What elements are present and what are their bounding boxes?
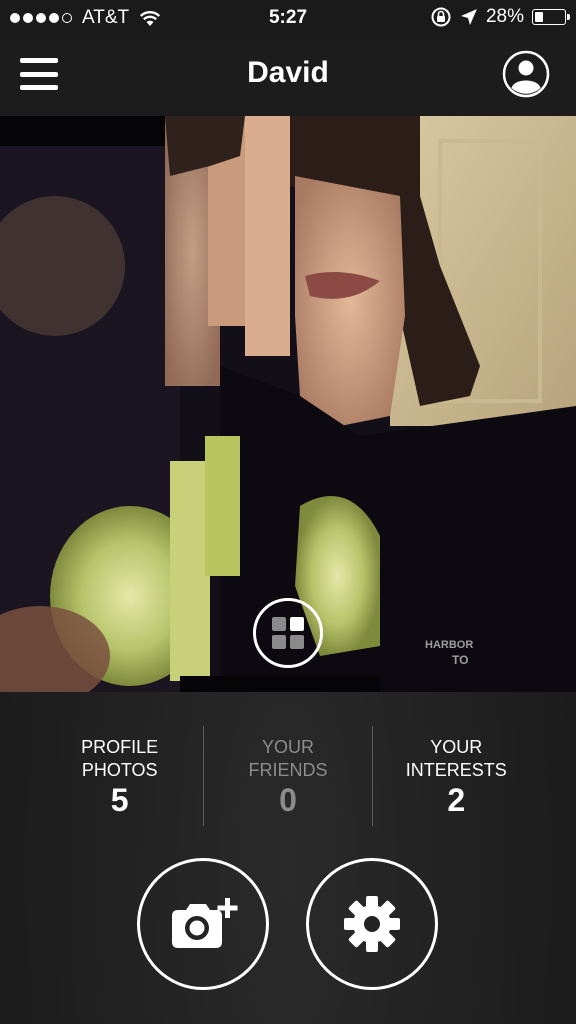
stat-value: 2	[447, 782, 466, 818]
stat-profile-photos[interactable]: PROFILE PHOTOS 5	[36, 726, 203, 826]
gear-icon	[344, 896, 400, 952]
stat-label: YOUR FRIENDS	[248, 737, 328, 780]
stats-bar: PROFILE PHOTOS 5 YOUR FRIENDS 0 YOUR INT…	[36, 726, 540, 826]
page-title: David	[247, 56, 329, 89]
rotation-lock-icon	[431, 7, 451, 27]
stat-label: YOUR INTERESTS	[405, 737, 507, 780]
svg-text:HARBOR: HARBOR	[425, 639, 473, 651]
gallery-button[interactable]	[253, 598, 323, 668]
battery-level	[535, 12, 543, 22]
app-screen: AT&T 5:27 28% David HARBOR TO PROFILE PH…	[0, 0, 576, 1024]
grid-icon	[272, 617, 304, 649]
battery-percent: 28%	[485, 6, 524, 27]
stat-your-friends[interactable]: YOUR FRIENDS 0	[203, 726, 371, 826]
settings-button[interactable]	[306, 858, 438, 990]
battery-icon	[532, 9, 570, 25]
status-right: 28%	[430, 6, 570, 28]
stat-label: PROFILE PHOTOS	[81, 737, 159, 780]
stat-value: 0	[279, 782, 297, 818]
status-bar: AT&T 5:27 28%	[0, 0, 576, 36]
stat-your-interests[interactable]: YOUR INTERESTS 2	[371, 726, 540, 826]
user-icon[interactable]	[502, 50, 550, 98]
camera-plus-icon	[172, 898, 238, 948]
nav-bar: David	[0, 36, 576, 116]
add-photo-button[interactable]	[137, 858, 269, 990]
svg-text:TO: TO	[452, 653, 468, 667]
location-arrow-icon	[460, 9, 477, 25]
stat-value: 5	[110, 782, 129, 818]
